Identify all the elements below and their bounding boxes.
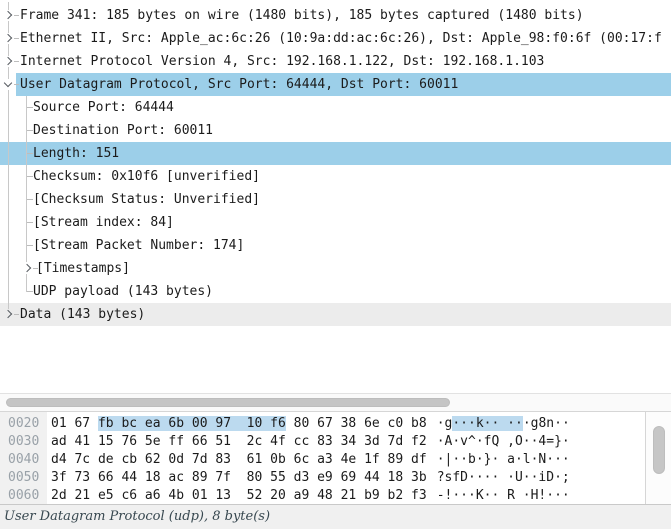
expand-chevron-icon[interactable] xyxy=(4,57,12,65)
hex-offset: 0050 xyxy=(8,469,51,487)
tree-branch-line xyxy=(26,153,33,154)
tree-row-label: UDP payload (143 bytes) xyxy=(33,280,213,303)
packet-bytes-pane: 002001 67 fb bc ea 6b 00 97 10 f6 80 67 … xyxy=(0,411,671,504)
tree-row-udp-srcport[interactable]: Source Port: 64444 xyxy=(0,96,671,119)
tree-row-udp-length[interactable]: Length: 151 xyxy=(0,142,671,165)
hex-offset: 0020 xyxy=(8,415,51,433)
vertical-scrollbar-thumb[interactable] xyxy=(653,426,665,474)
tree-row-label: [Timestamps] xyxy=(36,257,130,280)
tree-row-label: [Stream Packet Number: 174] xyxy=(33,234,244,257)
hex-offset: 0060 xyxy=(8,487,51,504)
tree-row-ipv4[interactable]: Internet Protocol Version 4, Src: 192.16… xyxy=(0,50,671,73)
tree-branch-line xyxy=(14,84,19,85)
tree-row-frame[interactable]: Frame 341: 185 bytes on wire (1480 bits)… xyxy=(0,4,671,27)
tree-guide-line xyxy=(26,96,27,262)
hex-row-0020[interactable]: 002001 67 fb bc ea 6b 00 97 10 f6 80 67 … xyxy=(0,415,645,433)
expand-chevron-icon[interactable] xyxy=(23,264,31,272)
tree-row-label: Ethernet II, Src: Apple_ac:6c:26 (10:9a:… xyxy=(20,27,662,50)
bytes-text: 80 67 38 6e c0 b8 xyxy=(286,416,427,431)
hex-row-0060[interactable]: 00602d 21 e5 c6 a6 4b 01 13 52 20 a9 48 … xyxy=(0,487,645,504)
tree-branch-line xyxy=(14,15,19,16)
tree-row-label: User Datagram Protocol, Src Port: 64444,… xyxy=(20,73,458,96)
hex-bytes: 01 67 fb bc ea 6b 00 97 10 f6 80 67 38 6… xyxy=(51,416,427,431)
hex-bytes: 3f 73 66 44 18 ac 89 7f 80 55 d3 e9 69 4… xyxy=(51,470,427,485)
bytes-text: ·g8n·· xyxy=(523,416,570,431)
tree-branch-line xyxy=(26,222,33,223)
bytes-text: d4 7c de cb 62 0d 7d 83 61 0b 6c a3 4e 1… xyxy=(51,452,427,467)
tree-branch-line xyxy=(26,245,33,246)
hex-bytes: ad 41 15 76 5e ff 66 51 2c 4f cc 83 34 3… xyxy=(51,434,427,449)
hex-offset: 0040 xyxy=(8,451,51,469)
tree-branch-line xyxy=(26,291,33,292)
bytes-text: ·A·v^·fQ ,O··4=}· xyxy=(437,434,570,449)
ascii-column: ·|··b·}· a·l·N··· xyxy=(437,452,570,467)
tree-row-label: Data (143 bytes) xyxy=(20,303,145,326)
bytes-text: ·g xyxy=(437,416,453,431)
hex-row-0030[interactable]: 0030ad 41 15 76 5e ff 66 51 2c 4f cc 83 … xyxy=(0,433,645,451)
hex-dump[interactable]: 002001 67 fb bc ea 6b 00 97 10 f6 80 67 … xyxy=(0,412,646,504)
horizontal-scrollbar-thumb[interactable] xyxy=(6,398,450,407)
hex-bytes: 2d 21 e5 c6 a6 4b 01 13 52 20 a9 48 21 b… xyxy=(51,488,427,503)
tree-row-udp-stream-packet-number[interactable]: [Stream Packet Number: 174] xyxy=(0,234,671,257)
tree-row-label: Destination Port: 60011 xyxy=(33,119,213,142)
tree-guide-line xyxy=(8,2,9,10)
bytes-text: ad 41 15 76 5e ff 66 51 2c 4f cc 83 34 3… xyxy=(51,434,427,449)
tree-row-label: Checksum: 0x10f6 [unverified] xyxy=(33,165,260,188)
hex-bytes: d4 7c de cb 62 0d 7d 83 61 0b 6c a3 4e 1… xyxy=(51,452,427,467)
tree-branch-line xyxy=(26,199,33,200)
tree-guide-line xyxy=(8,21,9,33)
collapse-chevron-icon[interactable] xyxy=(4,79,12,87)
horizontal-scrollbar[interactable] xyxy=(0,393,671,411)
tree-row-udp-payload[interactable]: UDP payload (143 bytes) xyxy=(0,280,671,303)
tree-row-label: Length: 151 xyxy=(33,142,119,165)
bytes-text: -!···K·· R ·H!··· xyxy=(437,488,570,503)
tree-row-udp-stream-index[interactable]: [Stream index: 84] xyxy=(0,211,671,234)
tree-branch-line xyxy=(14,314,19,315)
tree-row-udp-dstport[interactable]: Destination Port: 60011 xyxy=(0,119,671,142)
tree-row-label: [Checksum Status: Unverified] xyxy=(33,188,260,211)
tree-guide-line xyxy=(8,67,9,79)
bytes-text: ?sfD···· ·U··iD·; xyxy=(437,470,570,485)
tree-guide-line xyxy=(8,44,9,56)
bytes-text: 3f 73 66 44 18 ac 89 7f 80 55 d3 e9 69 4… xyxy=(51,470,427,485)
expand-chevron-icon[interactable] xyxy=(4,11,12,19)
tree-row-label: Source Port: 64444 xyxy=(33,96,174,119)
tree-branch-line xyxy=(14,38,19,39)
tree-row-udp-timestamps[interactable]: [Timestamps] xyxy=(0,257,671,280)
hex-offset: 0030 xyxy=(8,433,51,451)
tree-branch-line xyxy=(14,61,19,62)
ascii-column: ·g···k·· ···g8n·· xyxy=(437,416,570,431)
hex-row-0050[interactable]: 00503f 73 66 44 18 ac 89 7f 80 55 d3 e9 … xyxy=(0,469,645,487)
tree-branch-line xyxy=(26,107,33,108)
ascii-column: -!···K·· R ·H!··· xyxy=(437,488,570,503)
tree-branch-line xyxy=(26,176,33,177)
tree-row-udp[interactable]: User Datagram Protocol, Src Port: 64444,… xyxy=(0,73,671,96)
tree-row-udp-checksum[interactable]: Checksum: 0x10f6 [unverified] xyxy=(0,165,671,188)
ascii-column: ?sfD···· ·U··iD·; xyxy=(437,470,570,485)
ascii-column: ·A·v^·fQ ,O··4=}· xyxy=(437,434,570,449)
hex-row-0040[interactable]: 0040d4 7c de cb 62 0d 7d 83 61 0b 6c a3 … xyxy=(0,451,645,469)
packet-details-pane: Frame 341: 185 bytes on wire (1480 bits)… xyxy=(0,0,671,393)
highlighted-bytes: ···k·· ·· xyxy=(452,416,522,431)
status-bar-field-info: User Datagram Protocol (udp), 8 byte(s) xyxy=(0,504,671,529)
tree-row-label: [Stream index: 84] xyxy=(33,211,174,234)
tree-row-udp-checksum-status[interactable]: [Checksum Status: Unverified] xyxy=(0,188,671,211)
tree-row-label: Internet Protocol Version 4, Src: 192.16… xyxy=(20,50,544,73)
wireshark-window: Frame 341: 185 bytes on wire (1480 bits)… xyxy=(0,0,671,529)
tree-row-data[interactable]: Data (143 bytes) xyxy=(0,303,671,326)
tree-row-ethernet[interactable]: Ethernet II, Src: Apple_ac:6c:26 (10:9a:… xyxy=(0,27,671,50)
tree-guide-line xyxy=(8,90,9,309)
expand-chevron-icon[interactable] xyxy=(4,34,12,42)
tree-row-label: Frame 341: 185 bytes on wire (1480 bits)… xyxy=(20,4,584,27)
bytes-text: 2d 21 e5 c6 a6 4b 01 13 52 20 a9 48 21 b… xyxy=(51,488,427,503)
bytes-text: ·|··b·}· a·l·N··· xyxy=(437,452,570,467)
bytes-text: 01 67 xyxy=(51,416,98,431)
tree-branch-line xyxy=(26,130,33,131)
vertical-scrollbar[interactable] xyxy=(646,412,671,504)
tree-guide-line xyxy=(26,274,27,292)
highlighted-bytes: fb bc ea 6b 00 97 10 f6 xyxy=(98,416,286,431)
